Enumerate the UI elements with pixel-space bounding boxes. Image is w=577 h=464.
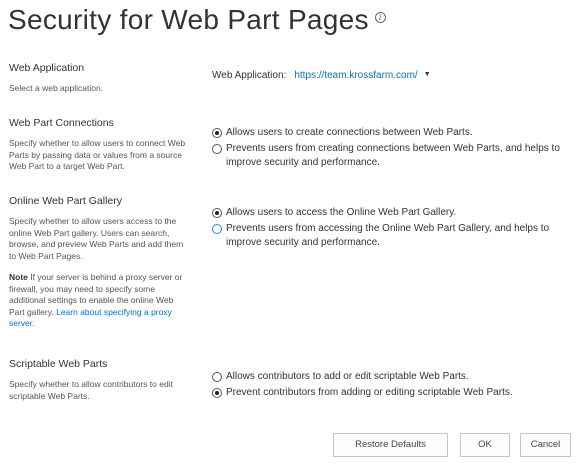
radio-button[interactable] xyxy=(212,208,222,218)
section-description: Select a web application. xyxy=(9,83,104,93)
radio-option-allow-scriptable[interactable]: Allows contributors to add or edit scrip… xyxy=(212,370,567,384)
cancel-button[interactable]: Cancel xyxy=(520,433,571,457)
ok-button[interactable]: OK xyxy=(460,433,510,457)
radio-button[interactable] xyxy=(212,388,222,398)
web-application-label: Web Application: xyxy=(212,70,287,81)
radio-option-allow-connections[interactable]: Allows users to create connections betwe… xyxy=(212,126,567,140)
chevron-down-icon[interactable]: ▼ xyxy=(424,68,431,82)
radio-button[interactable] xyxy=(212,128,222,138)
info-icon[interactable]: i xyxy=(374,12,386,24)
radio-button[interactable] xyxy=(212,372,222,382)
web-application-value[interactable]: https://team.krossfarm.com/ xyxy=(294,69,417,83)
radio-label: Allows users to access the Online Web Pa… xyxy=(226,207,457,218)
radio-label: Allows contributors to add or edit scrip… xyxy=(226,371,469,382)
radio-label: Prevents users from accessing the Online… xyxy=(226,223,550,248)
proxy-note: Note If your server is behind a proxy se… xyxy=(9,272,191,330)
section-description: Specify whether to allow contributors to… xyxy=(9,379,173,401)
radio-option-prevent-connections[interactable]: Prevents users from creating connections… xyxy=(212,142,567,170)
radio-button[interactable] xyxy=(212,224,222,234)
radio-label: Prevent contributors from adding or edit… xyxy=(226,387,513,398)
radio-label: Prevents users from creating connections… xyxy=(226,143,560,168)
radio-option-prevent-gallery[interactable]: Prevents users from accessing the Online… xyxy=(212,222,567,250)
radio-option-allow-gallery[interactable]: Allows users to access the Online Web Pa… xyxy=(212,206,567,220)
page-title: Security for Web Part Pages i xyxy=(8,4,386,36)
restore-defaults-button[interactable]: Restore Defaults xyxy=(333,433,448,457)
section-description: Specify whether to allow users to connec… xyxy=(9,138,186,171)
radio-button[interactable] xyxy=(212,144,222,154)
section-title: Web Application xyxy=(9,62,85,74)
page-title-text: Security for Web Part Pages xyxy=(8,4,369,35)
section-description: Specify whether to allow users access to… xyxy=(9,216,184,261)
radio-option-prevent-scriptable[interactable]: Prevent contributors from adding or edit… xyxy=(212,386,567,400)
section-title: Online Web Part Gallery xyxy=(9,195,123,207)
web-application-selector[interactable]: Web Application: https://team.krossfarm.… xyxy=(212,69,567,83)
radio-label: Allows users to create connections betwe… xyxy=(226,127,473,138)
section-title: Scriptable Web Parts xyxy=(9,358,108,370)
note-label: Note xyxy=(9,272,28,282)
section-title: Web Part Connections xyxy=(9,117,114,129)
